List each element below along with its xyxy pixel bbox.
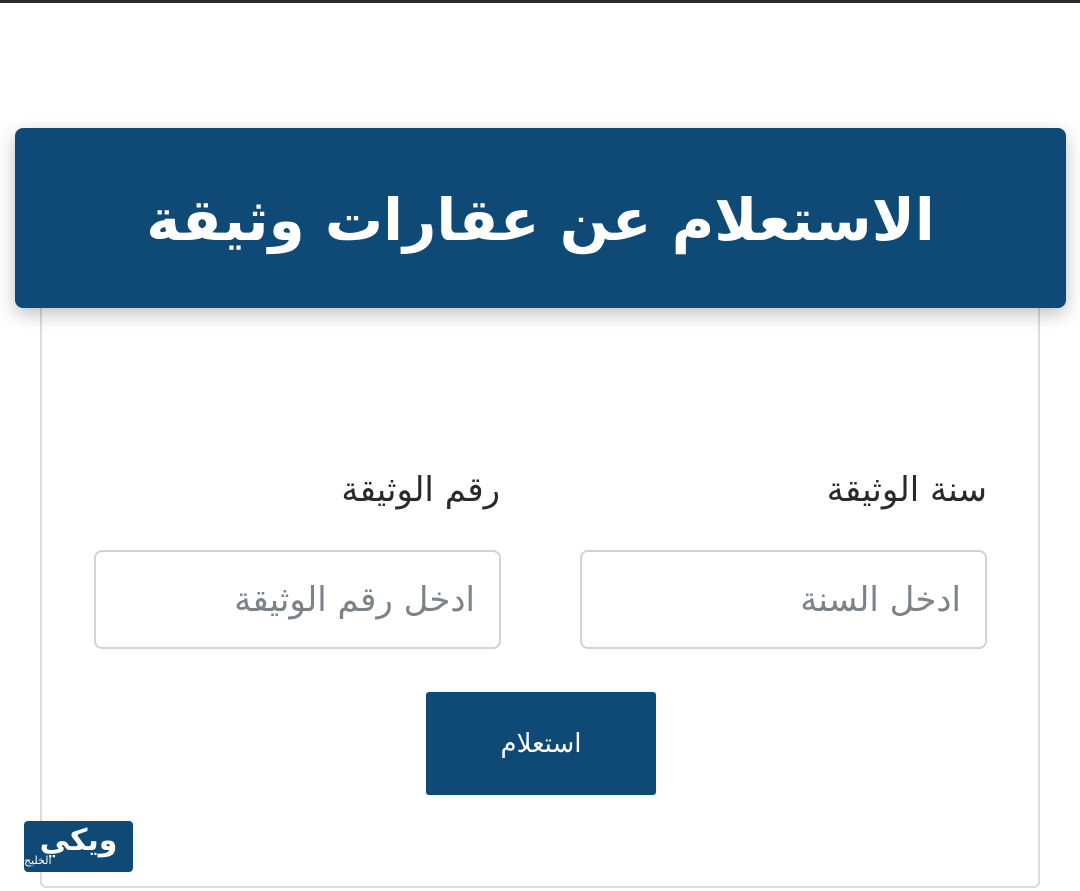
inquiry-submit-button[interactable]: استعلام	[426, 692, 656, 795]
document-number-input[interactable]	[94, 550, 501, 649]
page-title: الاستعلام عن عقارات وثيقة	[146, 186, 935, 254]
page-header: الاستعلام عن عقارات وثيقة	[15, 128, 1066, 308]
document-year-label: سنة الوثيقة	[826, 470, 987, 510]
wiki-alkhaleej-logo: ويكي الخليج	[24, 821, 133, 872]
logo-brand-text: ويكي	[39, 822, 118, 858]
top-border-line	[0, 0, 1080, 3]
logo-sub-text: الخليج	[24, 853, 52, 867]
document-year-input[interactable]	[580, 550, 987, 649]
document-number-label: رقم الوثيقة	[341, 470, 500, 510]
